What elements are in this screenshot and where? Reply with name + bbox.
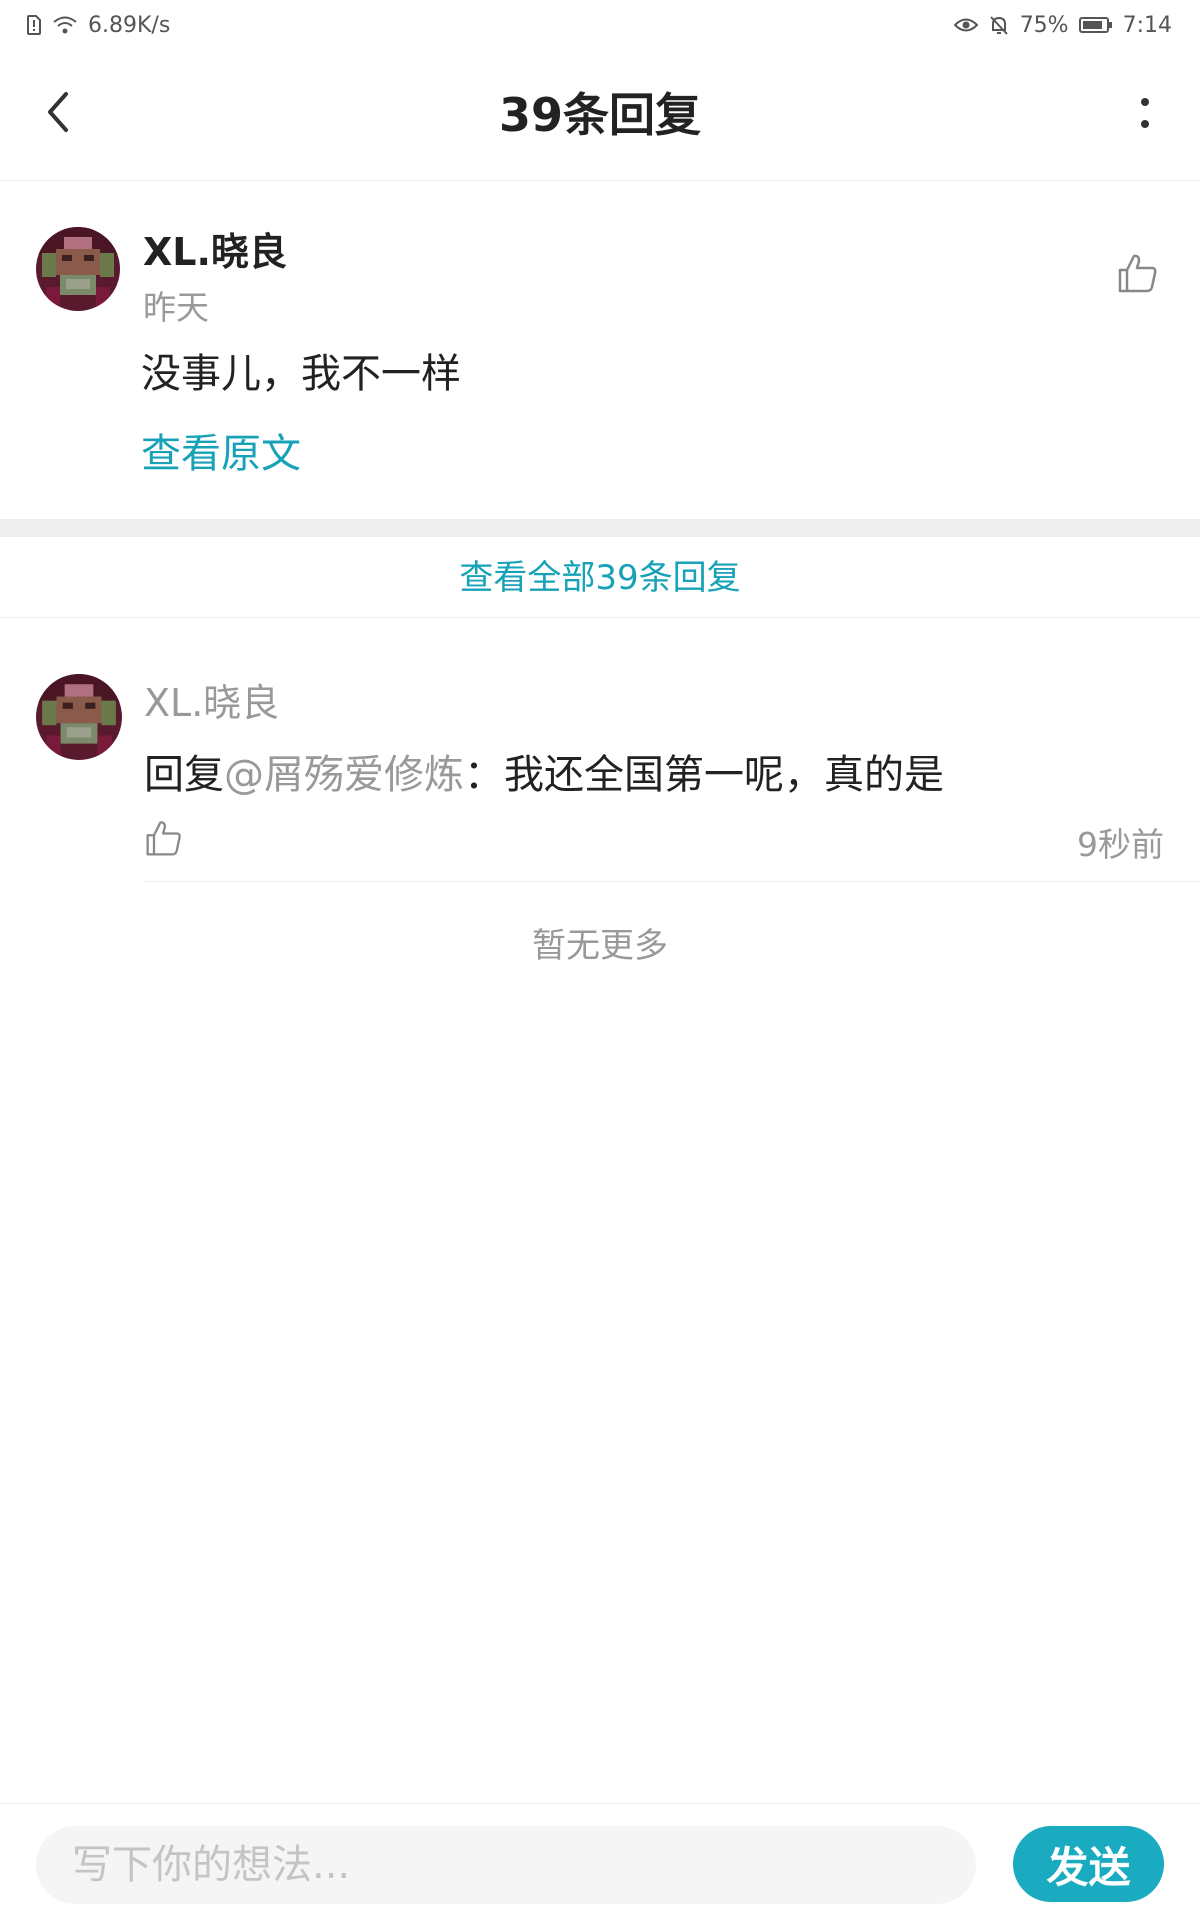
avatar[interactable] xyxy=(36,674,122,760)
reply-separator xyxy=(144,881,1200,882)
wifi-icon xyxy=(52,15,78,35)
comment-time: 昨天 xyxy=(143,288,209,327)
reply-text: ：我还全国第一呢，真的是 xyxy=(464,752,944,798)
status-bar: 6.89K/s 75% 7:14 xyxy=(0,0,1200,50)
more-button[interactable] xyxy=(1120,90,1170,140)
battery-percent: 75% xyxy=(1019,12,1069,38)
reply-prefix: 回复 xyxy=(144,752,224,798)
clock: 7:14 xyxy=(1122,12,1172,38)
view-original-link[interactable]: 查看原文 xyxy=(141,421,301,479)
network-speed: 6.89K/s xyxy=(88,12,171,38)
reply-like-button[interactable] xyxy=(144,818,184,858)
no-more-text: 暂无更多 xyxy=(532,926,668,966)
reply-author-name[interactable]: XL.晓良 xyxy=(144,672,279,727)
reply-item: XL.晓良 回复@屑殇爱修炼：我还全国第一呢，真的是 9秒前 xyxy=(0,618,1200,882)
original-comment: XL.晓良 昨天 没事儿，我不一样 查看原文 xyxy=(0,181,1200,519)
page-title: 39条回复 xyxy=(498,88,701,142)
view-all-replies-link[interactable]: 查看全部39条回复 xyxy=(0,537,1200,618)
comment-input[interactable] xyxy=(36,1826,976,1904)
comment-body: 没事儿，我不一样 xyxy=(141,351,461,397)
status-left: 6.89K/s xyxy=(0,13,170,38)
reply-time: 9秒前 xyxy=(1077,825,1164,864)
sim-alert-icon xyxy=(26,15,42,35)
thumbs-up-icon xyxy=(144,821,184,862)
author-name[interactable]: XL.晓良 xyxy=(143,221,287,276)
reply-body: 回复@屑殇爱修炼：我还全国第一呢，真的是 xyxy=(144,742,944,800)
thumbs-up-icon xyxy=(1116,254,1160,299)
header: 39条回复 xyxy=(0,50,1200,181)
section-divider xyxy=(0,519,1200,537)
eye-icon xyxy=(953,16,978,34)
send-button[interactable]: 发送 xyxy=(1013,1826,1164,1902)
avatar[interactable] xyxy=(36,227,120,311)
mention-link[interactable]: @屑殇爱修炼 xyxy=(224,752,464,798)
comment-input-bar: 发送 xyxy=(0,1803,1200,1921)
status-right: 75% 7:14 xyxy=(953,12,1200,38)
like-button[interactable] xyxy=(1116,251,1160,295)
battery-icon xyxy=(1078,16,1113,34)
more-vertical-icon xyxy=(1140,97,1150,133)
bell-off-icon xyxy=(988,14,1010,36)
